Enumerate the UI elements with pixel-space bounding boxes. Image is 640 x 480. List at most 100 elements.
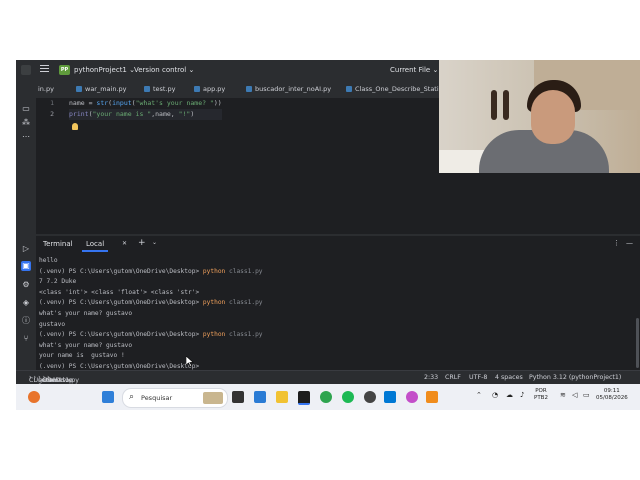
terminal-text: hello xyxy=(39,257,58,264)
clock-time: 09:11 xyxy=(603,388,620,394)
guitar-image xyxy=(503,90,509,120)
microphone-icon[interactable]: ♪ xyxy=(520,392,524,399)
line-number-gutter: 1 2 xyxy=(36,98,58,234)
status-bar: C: › Users › gutom › OneDrive › Desktop … xyxy=(16,370,640,385)
tab-file[interactable]: in.py xyxy=(38,85,54,93)
vlc-icon[interactable] xyxy=(426,391,438,403)
problems-icon[interactable]: ⓘ xyxy=(21,316,31,326)
layers-icon[interactable]: ◈ xyxy=(21,298,31,308)
line-number: 2 xyxy=(50,110,54,118)
windows-taskbar: ⌕ Pesquisar ⌃ ◔ ☁ ♪ POR PTB2 ≋ ◁ ▭ 09:11 0… xyxy=(16,384,640,410)
guitar-image xyxy=(491,90,497,120)
code-token: name = xyxy=(69,99,97,107)
tab-file[interactable]: war_main.py xyxy=(76,85,127,93)
tab-file[interactable]: buscador_inter_noAI.py xyxy=(246,85,331,93)
terminal-line: your name is gustavo ! xyxy=(39,351,619,362)
project-folder-icon[interactable]: ▭ xyxy=(21,104,31,114)
python-file-icon xyxy=(246,86,252,92)
terminal-line: 7 7.2 Duke xyxy=(39,277,619,288)
tab-label: Class_One_Describe_Statisti xyxy=(355,85,447,93)
clock[interactable]: 09:11 05/08/2026 xyxy=(596,388,628,402)
vscode-icon[interactable] xyxy=(254,391,266,403)
terminal-text: gustavo xyxy=(39,320,66,328)
git-icon[interactable]: ⑂ xyxy=(21,334,31,344)
mouse-cursor-icon xyxy=(186,356,194,367)
browser-icon[interactable] xyxy=(406,391,418,403)
system-tray-icon[interactable]: ◔ xyxy=(492,392,498,399)
spotify-icon[interactable] xyxy=(342,391,354,403)
terminal-line: (.venv) PS C:\Users\gutom\OneDrive\Deskt… xyxy=(39,298,619,309)
start-icon[interactable] xyxy=(102,391,114,403)
battery-icon[interactable]: ▭ xyxy=(583,392,590,399)
tab-terminal-local[interactable]: Local xyxy=(82,238,109,252)
tab-label: app.py xyxy=(203,85,226,93)
cursor-position[interactable]: 2:33 xyxy=(424,374,438,381)
tab-file[interactable]: test.py xyxy=(144,85,176,93)
terminal-argument: class1.py xyxy=(225,299,263,307)
terminal-line: gustavo xyxy=(39,320,619,331)
terminal-line: what's your name? gustavo xyxy=(39,341,619,352)
app-ring-icon[interactable] xyxy=(320,391,332,403)
terminal-scrollbar[interactable] xyxy=(636,318,639,368)
terminal-command: python xyxy=(202,267,226,275)
terminal-line: <class 'int'> <class 'float'> <class 'st… xyxy=(39,288,619,299)
terminal-title: Terminal xyxy=(43,240,73,248)
tab-label: test.py xyxy=(153,85,176,93)
chevron-up-icon[interactable]: ⌃ xyxy=(476,392,482,399)
version-control-menu[interactable]: Version control ⌄ xyxy=(134,66,194,74)
more-options-icon[interactable]: ⋮ xyxy=(613,239,620,247)
code-token: )) xyxy=(213,99,222,107)
project-selector[interactable]: pythonProject1 ⌄ xyxy=(74,66,135,74)
code-line: name = str(input("what's your name? ")) xyxy=(69,98,222,109)
onedrive-icon[interactable]: ☁ xyxy=(506,392,513,399)
tab-file[interactable]: Class_One_Describe_Statisti xyxy=(346,85,446,93)
breadcrumb[interactable]: C: › Users › gutom › OneDrive › Desktop … xyxy=(29,374,79,384)
terminal-panel[interactable]: Terminal Local ✕ + ⌄ ⋮ — hello (.venv) P… xyxy=(36,236,640,370)
store-icon[interactable] xyxy=(384,391,396,403)
python-packages-icon[interactable]: ⚙ xyxy=(21,280,31,290)
code-token: print xyxy=(69,110,89,118)
tool-window-strip: ▭ ⁂ ⋯ ▷ ▣ ⚙ ◈ ⓘ ⑂ xyxy=(16,98,37,370)
run-configuration-selector[interactable]: Current File ⌄ xyxy=(390,66,438,74)
version-control-label: Version control xyxy=(134,66,187,74)
project-badge: PP xyxy=(59,65,70,75)
keyboard-layout: PTB2 xyxy=(534,395,548,401)
run-icon[interactable]: ▷ xyxy=(21,244,31,254)
code-area[interactable]: name = str(input("what's your name? ")) … xyxy=(69,98,222,120)
close-icon[interactable]: ✕ xyxy=(122,240,127,247)
terminal-icon[interactable]: ▣ xyxy=(21,261,31,271)
file-explorer-icon[interactable] xyxy=(276,391,288,403)
task-view-icon[interactable] xyxy=(232,391,244,403)
main-menu-icon[interactable] xyxy=(40,65,49,74)
tab-file[interactable]: app.py xyxy=(194,85,225,93)
code-token: ,name, xyxy=(151,110,179,118)
line-separator[interactable]: CRLF xyxy=(445,374,461,381)
app-icon[interactable] xyxy=(364,391,376,403)
python-interpreter[interactable]: Python 3.12 (pythonProject1) xyxy=(529,374,621,381)
chevron-down-icon[interactable]: ⌄ xyxy=(152,239,157,246)
structure-icon[interactable]: ⁂ xyxy=(21,118,31,128)
indent-setting[interactable]: 4 spaces xyxy=(495,374,523,381)
add-icon[interactable]: + xyxy=(138,238,146,248)
terminal-argument: class1.py xyxy=(225,267,263,275)
wifi-icon[interactable]: ≋ xyxy=(560,392,566,399)
intention-bulb-icon[interactable] xyxy=(72,123,78,130)
search-placeholder: Pesquisar xyxy=(141,394,173,402)
more-tools-icon[interactable]: ⋯ xyxy=(21,132,31,142)
language-indicator[interactable]: POR PTB2 xyxy=(534,388,548,402)
pycharm-icon[interactable] xyxy=(298,391,310,405)
terminal-prompt: (.venv) PS C:\Users\gutom\OneDrive\Deskt… xyxy=(39,331,203,339)
terminal-text: what's your name? gustavo xyxy=(39,309,133,317)
python-file-icon xyxy=(144,86,150,92)
volume-icon[interactable]: ◁ xyxy=(572,392,577,399)
minimize-icon[interactable]: — xyxy=(626,239,633,247)
breadcrumb-item[interactable]: class1.py xyxy=(50,377,79,384)
terminal-output[interactable]: hello (.venv) PS C:\Users\gutom\OneDrive… xyxy=(39,256,619,373)
search-input[interactable]: ⌕ Pesquisar xyxy=(122,388,228,408)
python-file-icon xyxy=(194,86,200,92)
code-token: "!" xyxy=(178,110,191,118)
weather-widget-icon[interactable] xyxy=(28,391,40,403)
code-token: ) xyxy=(190,110,195,118)
search-icon: ⌕ xyxy=(129,392,135,402)
file-encoding[interactable]: UTF-8 xyxy=(469,374,487,381)
